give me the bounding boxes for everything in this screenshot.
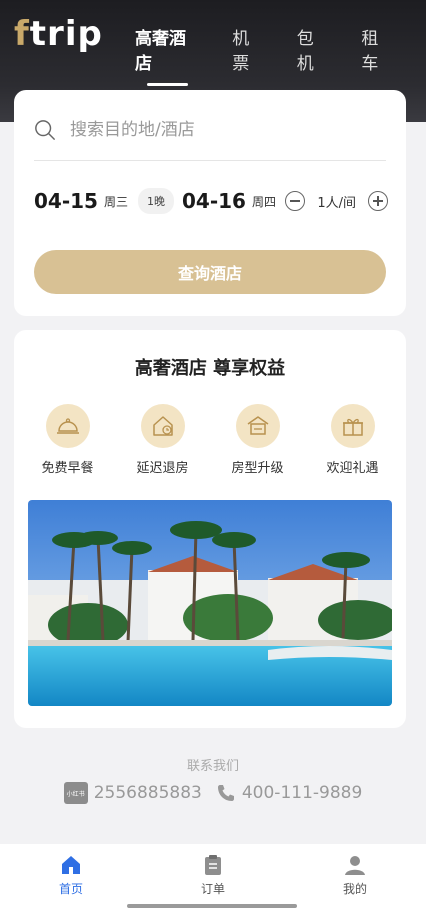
- nav-tab-charter[interactable]: 包机: [297, 24, 330, 74]
- dining-cloche-icon: [56, 418, 79, 434]
- benefit-late-checkout: 延迟退房: [123, 404, 203, 476]
- guests-count: 1人/间: [317, 195, 356, 211]
- house-clock-icon: [152, 416, 173, 436]
- benefit-room-upgrade: 房型升级: [218, 404, 298, 476]
- home-icon: [62, 856, 80, 874]
- benefit-free-breakfast: 免费早餐: [28, 404, 108, 476]
- checkin-weekday: 周三: [103, 194, 128, 209]
- nav-tab-car-rental[interactable]: 租车: [361, 24, 394, 74]
- hotel-search-card: 04-15 周三 1晚 04-16 周四 1人/间 查询酒店: [14, 90, 406, 316]
- tab-label: 订单: [200, 882, 225, 896]
- clipboard-icon: [205, 855, 221, 875]
- nights-badge: 1晚: [137, 188, 174, 214]
- search-hotel-button[interactable]: 查询酒店: [34, 250, 386, 294]
- guest-stepper: 1人/间: [285, 191, 388, 211]
- bottom-tab-bar: 首页 订单 我的: [0, 844, 426, 910]
- decrease-guests-button[interactable]: [285, 191, 306, 211]
- room-upgrade-icon: [247, 416, 268, 435]
- logo: ftrip: [14, 14, 103, 54]
- checkout-date[interactable]: 04-16: [182, 189, 246, 213]
- tab-profile[interactable]: 我的: [284, 844, 426, 910]
- hotel-pool-photo: [28, 500, 392, 706]
- redbook-icon: 小红书: [63, 782, 88, 804]
- contact-row: 小红书 2556885883 400-111-9889: [0, 782, 426, 804]
- phone-icon: [217, 785, 234, 801]
- top-nav: 高奢酒店 机票 包机 租车: [135, 24, 426, 86]
- checkout-weekday: 周四: [251, 194, 276, 209]
- benefit-welcome-gift: 欢迎礼遇: [313, 404, 393, 476]
- benefits-list: 免费早餐 延迟退房 房型升级 欢迎礼遇: [14, 404, 406, 476]
- tab-home[interactable]: 首页: [0, 844, 142, 910]
- date-row: 04-15 周三 1晚 04-16 周四 1人/间: [34, 186, 388, 216]
- tab-label: 首页: [58, 882, 83, 896]
- gift-icon: [342, 418, 363, 436]
- benefits-title: 高奢酒店 尊享权益: [134, 358, 286, 379]
- home-indicator: [127, 904, 297, 908]
- nav-tab-flights[interactable]: 机票: [232, 24, 265, 74]
- benefits-card: 高奢酒店 尊享权益 免费早餐 延迟退房 房型升级 欢迎礼遇: [14, 330, 406, 728]
- search-icon: [35, 120, 55, 140]
- checkin-date[interactable]: 04-15: [34, 189, 98, 213]
- user-icon: [345, 856, 365, 875]
- tab-label: 我的: [342, 882, 367, 896]
- redbook-id[interactable]: 2556885883: [94, 783, 202, 803]
- phone-number[interactable]: 400-111-9889: [242, 783, 362, 803]
- nav-tab-luxury-hotel[interactable]: 高奢酒店: [135, 24, 200, 86]
- tab-orders[interactable]: 订单: [142, 844, 284, 910]
- contact-title: 联系我们: [186, 759, 239, 774]
- increase-guests-button[interactable]: [368, 191, 388, 211]
- search-row[interactable]: [34, 112, 386, 161]
- search-input[interactable]: [68, 119, 372, 141]
